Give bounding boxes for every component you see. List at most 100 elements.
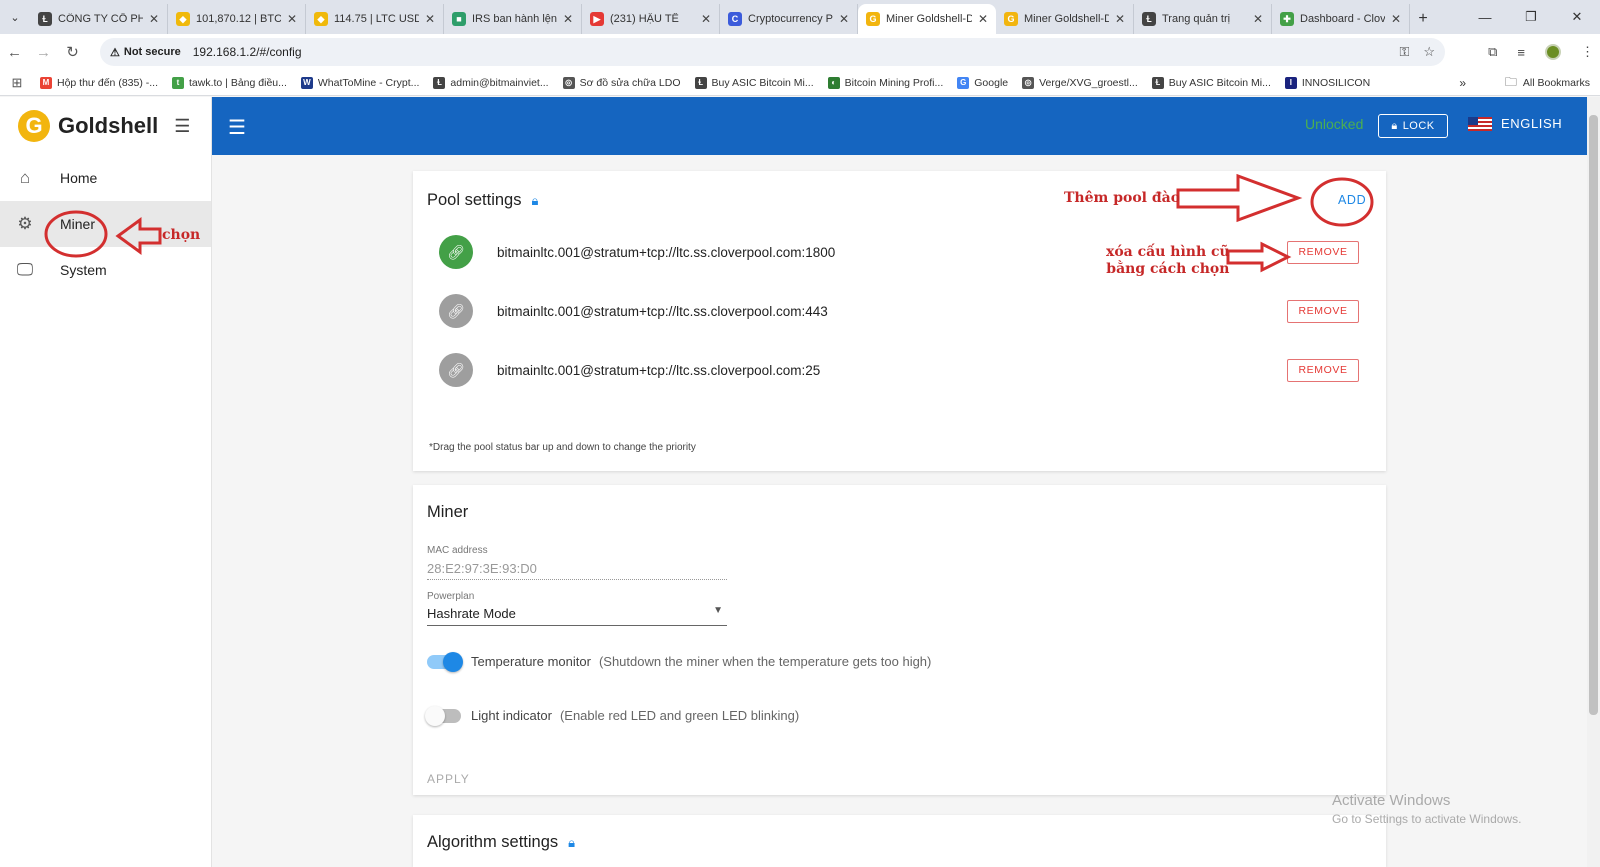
bookmark-favicon-icon: ◎	[1022, 76, 1035, 89]
profile-avatar[interactable]	[1545, 44, 1561, 60]
tab-close-icon[interactable]: ✕	[149, 12, 159, 26]
tab-label: 114.75 | LTC USDT	[334, 13, 419, 25]
bookmark-item[interactable]: Ɫ Buy ASIC Bitcoin Mi...	[1151, 76, 1271, 89]
browser-tab[interactable]: ■ IRS ban hành lện ✕	[444, 4, 582, 34]
tab-favicon-icon: C	[728, 12, 742, 26]
remove-pool-button[interactable]: REMOVE	[1287, 299, 1359, 323]
us-flag-icon	[1468, 116, 1492, 131]
media-control-icon[interactable]: ≡	[1517, 45, 1525, 60]
window-controls: — ❐ ✕	[1462, 0, 1600, 34]
browser-tab[interactable]: G Miner Goldshell-D ✕	[996, 4, 1134, 34]
not-secure-badge[interactable]: ⚠ Not secure	[110, 46, 181, 59]
browser-tab[interactable]: ▶ (231) HẬU TẾ ✕	[582, 4, 720, 34]
tab-search-chevron-icon[interactable]: ⌄	[0, 0, 30, 34]
browser-tab[interactable]: Ɫ CÔNG TY CỔ PHẦ ✕	[30, 4, 168, 34]
bookmark-favicon-icon: I	[1284, 76, 1297, 89]
url-text[interactable]: 192.168.1.2/#/config	[193, 45, 302, 59]
tab-close-icon[interactable]: ✕	[978, 12, 988, 26]
menu-icon[interactable]: ☰	[228, 115, 246, 140]
annotation-add-pool: Thêm pool đào	[1064, 190, 1181, 206]
bookmark-item[interactable]: Ɫadmin@bitmainviet...	[433, 76, 549, 89]
sidebar-item-system[interactable]: 🖵 System	[0, 247, 211, 293]
sidebar-item-home[interactable]: ⌂ Home	[0, 155, 211, 201]
tab-label: 101,870.12 | BTC	[196, 13, 281, 25]
bookmark-item[interactable]: M Hộp thư đến (835) -...	[40, 76, 158, 89]
browser-tab[interactable]: G Miner Goldshell-D ✕	[858, 4, 996, 34]
bookmark-item[interactable]: ◎ Verge/XVG_groestl...	[1022, 76, 1138, 89]
bookmark-item[interactable]: ◎ Sơ đồ sửa chữa LDO	[562, 76, 681, 89]
browser-tab[interactable]: ◆ 101,870.12 | BTC ✕	[168, 4, 306, 34]
tab-close-icon[interactable]: ✕	[425, 12, 435, 26]
pool-row[interactable]: 🔗︎ bitmainltc.001@stratum+tcp://ltc.ss.cl…	[439, 350, 1359, 390]
tab-favicon-icon: Ɫ	[1142, 12, 1156, 26]
password-key-icon[interactable]: ⚿	[1399, 44, 1409, 60]
bookmark-favicon-icon: W	[300, 76, 313, 89]
all-bookmarks-folder[interactable]: 🗀 All Bookmarks	[1505, 70, 1590, 96]
pool-url: bitmainltc.001@stratum+tcp://ltc.ss.clov…	[497, 244, 836, 260]
forward-arrow-icon[interactable]: →	[29, 34, 58, 70]
app-sidebar: G Goldshell ☰ ⌂ Home ⚙ Miner 🖵 System	[0, 97, 212, 867]
restore-icon[interactable]: ❐	[1508, 0, 1554, 34]
miner-card: Miner MAC address 28:E2:97:3E:93:D0 Powe…	[413, 485, 1386, 795]
bookmark-item[interactable]: W WhatToMine - Crypt...	[300, 76, 419, 89]
temperature-monitor-toggle[interactable]	[427, 651, 463, 672]
tab-favicon-icon: G	[1004, 12, 1018, 26]
pool-row[interactable]: 🔗︎ bitmainltc.001@stratum+tcp://ltc.ss.cl…	[439, 291, 1359, 331]
tab-close-icon[interactable]: ✕	[1115, 12, 1125, 26]
bookmark-item[interactable]: I INNOSILICON	[1284, 76, 1370, 89]
kebab-menu-icon[interactable]: ⋮	[1581, 44, 1594, 60]
back-arrow-icon[interactable]: ←	[0, 34, 29, 70]
tab-close-icon[interactable]: ✕	[839, 12, 849, 26]
apps-grid-icon[interactable]: ⊞	[0, 75, 34, 91]
light-indicator-toggle[interactable]	[425, 705, 461, 726]
brand-name: Goldshell	[58, 113, 159, 138]
browser-tab[interactable]: C Cryptocurrency P ✕	[720, 4, 858, 34]
scrollbar-thumb[interactable]	[1589, 115, 1598, 715]
gear-icon: ⚙	[17, 214, 33, 233]
apply-button[interactable]: APPLY	[427, 772, 470, 786]
sidebar-collapse-icon[interactable]: ☰	[174, 116, 190, 137]
bookmark-item[interactable]: G Google	[957, 76, 1008, 89]
light-indicator-row: Light indicator (Enable red LED and gree…	[425, 705, 799, 726]
add-pool-button[interactable]: ADD	[1338, 193, 1366, 207]
pool-priority-hint: *Drag the pool status bar up and down to…	[429, 442, 696, 453]
bookmark-star-icon[interactable]: ☆	[1423, 44, 1435, 60]
powerplan-label: Powerplan	[427, 591, 475, 602]
bookmark-item[interactable]: t tawk.to | Bảng điều...	[172, 76, 287, 89]
tab-close-icon[interactable]: ✕	[563, 12, 573, 26]
bookmarks-bar: ⊞ M Hộp thư đến (835) -... t tawk.to | Bảng…	[0, 70, 1600, 96]
tab-favicon-icon: G	[866, 12, 880, 26]
close-window-icon[interactable]: ✕	[1554, 0, 1600, 34]
bookmark-favicon-icon: Ɫ	[433, 76, 446, 89]
browser-tab[interactable]: ◆ 114.75 | LTC USDT ✕	[306, 4, 444, 34]
more-bookmarks-chevron[interactable]: »	[1459, 70, 1466, 96]
reload-icon[interactable]: ↻	[58, 34, 87, 70]
warning-icon: ⚠	[110, 46, 120, 59]
powerplan-value: Hashrate Mode	[427, 606, 516, 621]
new-tab-button[interactable]: +	[1410, 4, 1436, 34]
bookmark-item[interactable]: ◐ Bitcoin Mining Profi...	[827, 76, 943, 89]
remove-pool-button[interactable]: REMOVE	[1287, 358, 1359, 382]
mac-address-value: 28:E2:97:3E:93:D0	[427, 561, 537, 576]
minimize-icon[interactable]: —	[1462, 0, 1508, 34]
bookmark-favicon-icon: G	[957, 76, 970, 89]
tab-close-icon[interactable]: ✕	[1253, 12, 1263, 26]
tab-close-icon[interactable]: ✕	[701, 12, 711, 26]
language-selector[interactable]: ENGLISH	[1468, 116, 1562, 131]
remove-pool-button[interactable]: REMOVE	[1287, 240, 1359, 264]
address-bar[interactable]: ⚠ Not secure 192.168.1.2/#/config ⚿ ☆	[100, 38, 1445, 66]
annotation-choose: chọn	[162, 227, 201, 243]
tab-label: IRS ban hành lện	[472, 13, 557, 25]
tab-close-icon[interactable]: ✕	[287, 12, 297, 26]
tab-label: Trang quản trị	[1162, 13, 1231, 25]
browser-tab[interactable]: Ɫ Trang quản trị ✕	[1134, 4, 1272, 34]
mac-address-label: MAC address	[427, 545, 488, 556]
tab-close-icon[interactable]: ✕	[1391, 12, 1401, 26]
extensions-icon[interactable]: ⧉	[1488, 44, 1497, 60]
powerplan-underline	[427, 625, 727, 626]
browser-tab[interactable]: ✚ Dashboard - Clov ✕	[1272, 4, 1410, 34]
powerplan-select[interactable]: Hashrate Mode ▼	[427, 603, 727, 625]
lock-button[interactable]: 🔒︎ LOCK	[1378, 114, 1448, 138]
bookmark-item[interactable]: Ɫ Buy ASIC Bitcoin Mi...	[694, 76, 814, 89]
page-scrollbar[interactable]	[1587, 97, 1600, 867]
